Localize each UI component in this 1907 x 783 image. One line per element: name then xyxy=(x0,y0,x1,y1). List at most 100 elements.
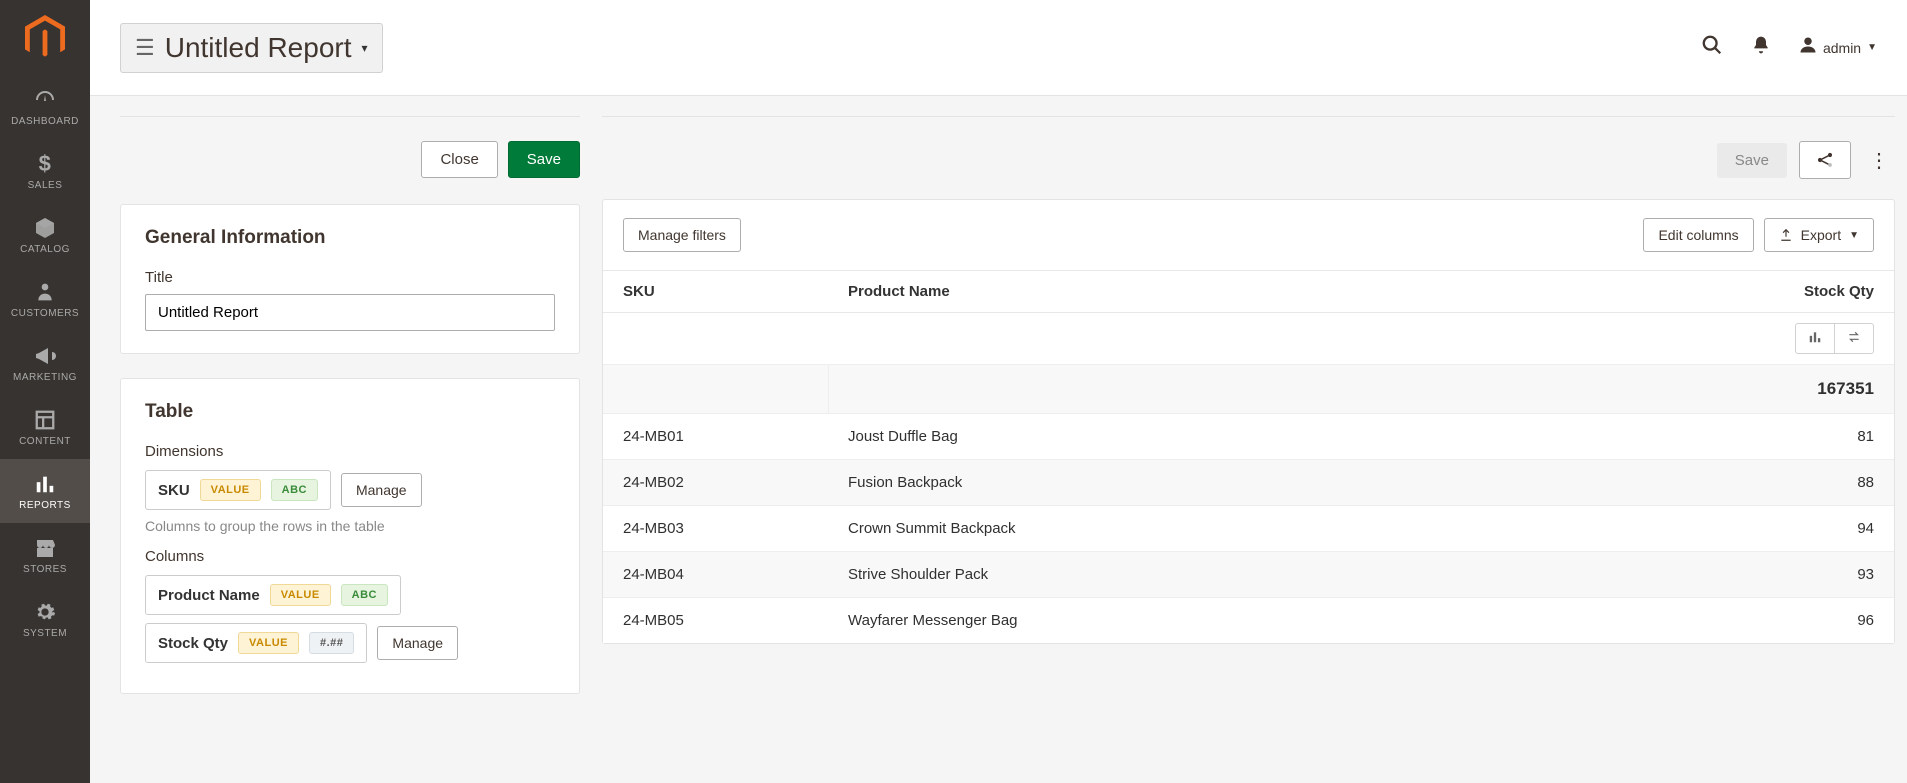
save-disabled-button: Save xyxy=(1717,143,1787,178)
summary-qty: 167351 xyxy=(1664,365,1894,414)
cell-sku: 24-MB03 xyxy=(603,506,828,552)
table-row[interactable]: 24-MB05Wayfarer Messenger Bag96 xyxy=(603,598,1894,644)
data-header-actions: Save ⋮ xyxy=(602,116,1895,179)
columns-label: Columns xyxy=(145,548,555,565)
view-toggle[interactable] xyxy=(1795,323,1874,354)
summary-name xyxy=(828,365,1664,414)
admin-sidebar: DASHBOARD $SALESCATALOGCUSTOMERSMARKETING… xyxy=(0,0,90,783)
user-name: admin xyxy=(1823,40,1861,56)
cell-qty: 93 xyxy=(1664,552,1894,598)
catalog-icon xyxy=(33,216,57,240)
report-title-dropdown[interactable]: ☰ Untitled Report ▾ xyxy=(120,23,383,73)
summary-sku xyxy=(603,365,828,414)
swap-view-icon[interactable] xyxy=(1835,324,1873,353)
table-row[interactable]: 24-MB01Joust Duffle Bag81 xyxy=(603,414,1894,460)
sidebar-item-content[interactable]: CONTENT xyxy=(0,395,90,459)
cell-name: Wayfarer Messenger Bag xyxy=(828,598,1664,644)
cell-sku: 24-MB02 xyxy=(603,460,828,506)
manage-filters-button[interactable]: Manage filters xyxy=(623,218,741,252)
value-tag: VALUE xyxy=(270,584,331,606)
export-button[interactable]: Export ▼ xyxy=(1764,218,1874,252)
title-field-label: Title xyxy=(145,269,555,286)
data-panel: Manage filters Edit columns Export ▼ xyxy=(602,199,1895,644)
sidebar-item-label: SALES xyxy=(28,180,63,191)
dimension-row: SKU VALUE ABC Manage xyxy=(145,470,555,510)
manage-columns-button[interactable]: Manage xyxy=(377,626,458,660)
dimension-name: SKU xyxy=(158,482,190,499)
cell-name: Crown Summit Backpack xyxy=(828,506,1664,552)
table-row[interactable]: 24-MB03Crown Summit Backpack94 xyxy=(603,506,1894,552)
data-toolbar: Manage filters Edit columns Export ▼ xyxy=(603,200,1894,270)
table-row[interactable]: 24-MB04Strive Shoulder Pack93 xyxy=(603,552,1894,598)
column-header-qty[interactable]: Stock Qty xyxy=(1664,271,1894,313)
sidebar-item-dashboard[interactable]: DASHBOARD xyxy=(0,75,90,139)
cell-qty: 81 xyxy=(1664,414,1894,460)
view-toggle-row xyxy=(603,313,1894,365)
more-menu-icon[interactable]: ⋮ xyxy=(1863,148,1895,173)
column-header-sku[interactable]: SKU xyxy=(603,271,828,313)
sidebar-item-sales[interactable]: $SALES xyxy=(0,139,90,203)
export-caret-icon: ▼ xyxy=(1849,230,1859,241)
dimensions-label: Dimensions xyxy=(145,443,555,460)
main-content: ☰ Untitled Report ▾ admin ▼ Close xyxy=(90,0,1907,783)
sidebar-item-label: DASHBOARD xyxy=(11,116,79,127)
person-icon xyxy=(35,280,55,304)
column-chip[interactable]: Product Name VALUE ABC xyxy=(145,575,401,615)
megaphone-icon xyxy=(33,344,57,368)
config-actions: Close Save xyxy=(120,116,580,178)
top-bar: ☰ Untitled Report ▾ admin ▼ xyxy=(90,0,1907,96)
sidebar-item-customers[interactable]: CUSTOMERS xyxy=(0,267,90,331)
content-area: Close Save General Information Title Tab… xyxy=(90,96,1907,783)
cell-name: Joust Duffle Bag xyxy=(828,414,1664,460)
cell-sku: 24-MB01 xyxy=(603,414,828,460)
column-name: Product Name xyxy=(158,587,260,604)
user-menu[interactable]: admin ▼ xyxy=(1799,36,1877,59)
reports-icon xyxy=(34,472,56,496)
sidebar-item-label: CONTENT xyxy=(19,436,71,447)
edit-columns-button[interactable]: Edit columns xyxy=(1643,218,1753,252)
search-icon[interactable] xyxy=(1701,34,1723,62)
cell-sku: 24-MB04 xyxy=(603,552,828,598)
content-icon xyxy=(34,408,56,432)
value-tag: VALUE xyxy=(200,479,261,501)
cell-qty: 88 xyxy=(1664,460,1894,506)
title-caret-icon: ▾ xyxy=(362,41,368,55)
sidebar-item-reports[interactable]: REPORTS xyxy=(0,459,90,523)
dashboard-icon xyxy=(33,88,57,112)
sidebar-item-system[interactable]: SYSTEM xyxy=(0,587,90,651)
sidebar-item-stores[interactable]: STORES xyxy=(0,523,90,587)
magento-logo[interactable] xyxy=(0,0,90,75)
system-icon xyxy=(34,600,56,624)
cell-qty: 96 xyxy=(1664,598,1894,644)
dimensions-hint: Columns to group the rows in the table xyxy=(145,518,555,534)
table-row[interactable]: 24-MB02Fusion Backpack88 xyxy=(603,460,1894,506)
table-config-panel: Table Dimensions SKU VALUE ABC Manage Co… xyxy=(120,378,580,694)
save-button[interactable]: Save xyxy=(508,141,580,178)
column-chip[interactable]: Stock Qty VALUE #.## xyxy=(145,623,367,663)
type-tag: ABC xyxy=(271,479,318,501)
cell-name: Fusion Backpack xyxy=(828,460,1664,506)
hamburger-icon: ☰ xyxy=(135,35,155,61)
cell-sku: 24-MB05 xyxy=(603,598,828,644)
type-tag: #.## xyxy=(309,632,354,654)
column-row: Stock Qty VALUE #.## Manage xyxy=(145,623,555,663)
title-input[interactable] xyxy=(145,294,555,331)
notifications-icon[interactable] xyxy=(1751,35,1771,61)
avatar-icon xyxy=(1799,36,1817,59)
share-button[interactable] xyxy=(1799,141,1851,179)
cell-name: Strive Shoulder Pack xyxy=(828,552,1664,598)
column-header-name[interactable]: Product Name xyxy=(828,271,1664,313)
column-name: Stock Qty xyxy=(158,635,228,652)
type-tag: ABC xyxy=(341,584,388,606)
topbar-right: admin ▼ xyxy=(1701,34,1877,62)
column-row: Product Name VALUE ABC xyxy=(145,575,555,615)
report-title: Untitled Report xyxy=(165,32,352,64)
chart-view-icon[interactable] xyxy=(1796,324,1835,353)
sidebar-item-label: STORES xyxy=(23,564,67,575)
stores-icon xyxy=(33,536,57,560)
sidebar-item-catalog[interactable]: CATALOG xyxy=(0,203,90,267)
sidebar-item-marketing[interactable]: MARKETING xyxy=(0,331,90,395)
close-button[interactable]: Close xyxy=(421,141,497,178)
dimension-chip[interactable]: SKU VALUE ABC xyxy=(145,470,331,510)
manage-dimensions-button[interactable]: Manage xyxy=(341,473,422,507)
